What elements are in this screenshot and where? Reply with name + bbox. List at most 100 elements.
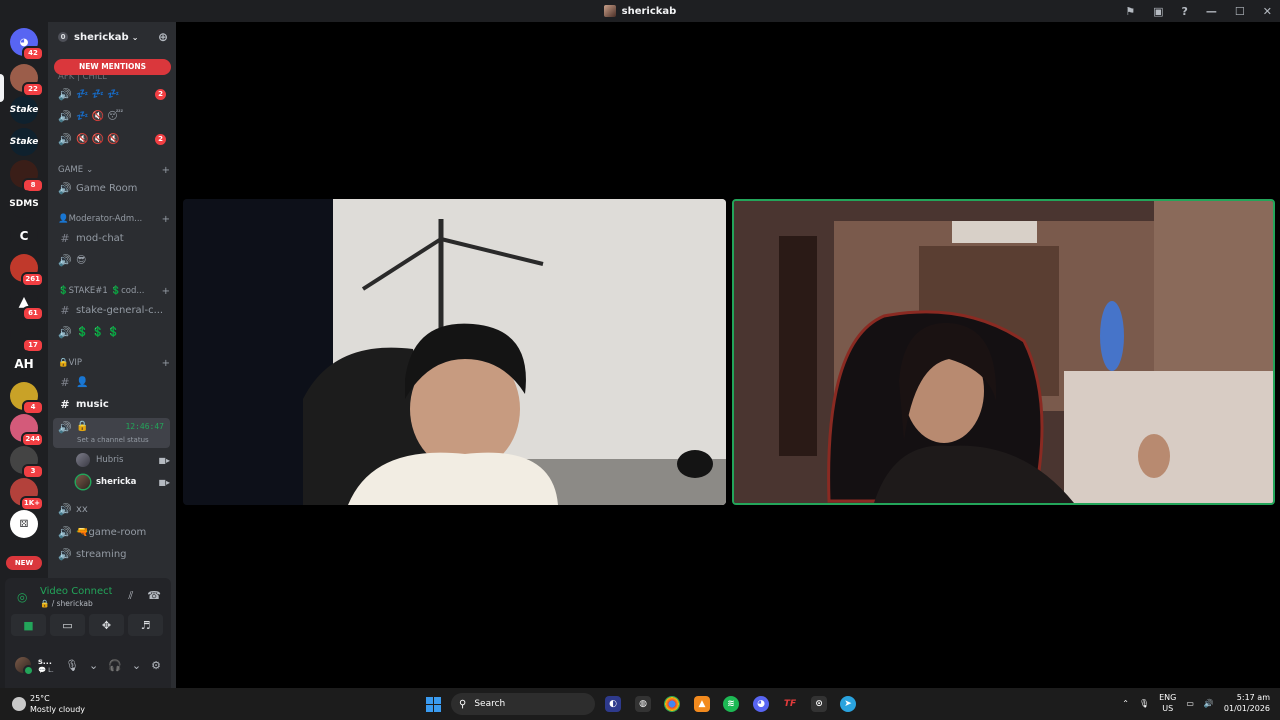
voice-status: Video Connected: [40, 586, 112, 597]
add-channel-icon[interactable]: +: [162, 286, 170, 297]
category-moderator[interactable]: 👤Moderator-Adm... +: [58, 212, 170, 226]
microphone-icon[interactable]: 🎙: [65, 659, 79, 672]
channel-status[interactable]: Set a channel status: [77, 436, 149, 444]
category-vip[interactable]: 🔒VIP +: [58, 356, 170, 370]
voice-channel-path[interactable]: 🔒 / sherickab: [40, 599, 93, 608]
server-label: Stake: [9, 105, 39, 115]
maximize-icon[interactable]: ☐: [1235, 5, 1245, 18]
server-icon[interactable]: 22: [10, 64, 44, 97]
server-icon[interactable]: 4: [10, 382, 44, 415]
minimize-icon[interactable]: —: [1206, 5, 1217, 18]
server-icon[interactable]: Stake: [10, 128, 38, 156]
active-voice-channel[interactable]: 🔊 🔒 12:46:47 Set a channel status: [53, 418, 170, 448]
chrome-icon[interactable]: [664, 696, 680, 712]
voice-channel[interactable]: 🔊 🔫game-room: [53, 522, 170, 542]
voice-channel[interactable]: 🔊 streaming: [53, 544, 170, 564]
screen-share-icon: ▭: [62, 618, 73, 632]
voice-channel[interactable]: 🔊 Game Room: [53, 178, 170, 198]
camera-button[interactable]: ■: [11, 614, 46, 636]
server-icon[interactable]: C: [10, 222, 38, 250]
category-stake[interactable]: 💲STAKE#1 💲cod... +: [58, 284, 170, 298]
chevron-up-icon[interactable]: ⌃: [1122, 699, 1129, 708]
add-channel-icon[interactable]: +: [162, 358, 170, 369]
server-icon[interactable]: AH: [10, 350, 38, 378]
server-badge: 22: [22, 82, 44, 97]
volume-icon[interactable]: 🔊: [1204, 699, 1214, 708]
voice-channel[interactable]: 🔊 😎: [53, 250, 170, 270]
text-channel[interactable]: # 👤: [53, 372, 170, 392]
app-icon[interactable]: ▲: [694, 696, 710, 712]
add-channel-icon[interactable]: +: [162, 165, 170, 176]
hashtag-icon: #: [60, 231, 70, 245]
server-icon[interactable]: 8: [10, 160, 44, 193]
telegram-icon[interactable]: ➤: [840, 696, 856, 712]
voice-user[interactable]: Hubris ■▸: [76, 451, 170, 469]
app-icon[interactable]: ◍: [635, 696, 651, 712]
speaker-icon: 🔊: [58, 525, 72, 539]
server-badge: 61: [22, 306, 44, 321]
help-icon[interactable]: ?: [1182, 5, 1188, 18]
server-header[interactable]: 0 sherickab ⌄ ⊕: [48, 22, 176, 52]
server-boost-icon: 0: [58, 32, 68, 42]
user-name[interactable]: s...: [38, 657, 54, 666]
monitor-icon[interactable]: ▣: [1153, 5, 1163, 18]
text-channel[interactable]: # mod-chat: [53, 228, 170, 248]
voice-timer: 12:46:47: [125, 422, 164, 431]
voice-channel[interactable]: 🔊 💤 🔇 😴: [53, 106, 170, 126]
display-icon[interactable]: ▭: [1186, 699, 1194, 708]
chevron-down-icon[interactable]: ⌄: [89, 659, 98, 672]
server-icon[interactable]: 1K+: [10, 478, 44, 511]
server-icon[interactable]: ⚄: [10, 510, 38, 538]
time: 5:17 am: [1236, 693, 1270, 702]
soundboard-button[interactable]: ♬: [128, 614, 163, 636]
voice-channel[interactable]: 🔊 xx: [53, 499, 170, 519]
language-indicator[interactable]: ENG US: [1159, 692, 1176, 714]
home-button[interactable]: ◕ 42: [10, 28, 44, 61]
server-name: sherickab: [74, 31, 129, 43]
server-icon[interactable]: Stake: [10, 96, 38, 124]
channel-badge: 2: [155, 88, 166, 100]
add-member-icon[interactable]: ⊕: [158, 30, 168, 44]
voice-channel[interactable]: 🔊 💤 💤 💤 2: [53, 84, 170, 104]
text-channel[interactable]: # music: [53, 394, 170, 414]
chevron-down-icon[interactable]: ⌄: [132, 659, 141, 672]
text-channel[interactable]: # stake-general-c...: [53, 300, 170, 320]
flag-icon[interactable]: ⚑: [1125, 5, 1135, 18]
start-button[interactable]: [426, 697, 441, 712]
video-tile-hubris[interactable]: [183, 199, 726, 505]
server-icon[interactable]: ▲ 61: [10, 288, 44, 321]
headphones-icon[interactable]: 🎧: [108, 659, 122, 672]
server-icon[interactable]: 3: [10, 446, 44, 479]
clock[interactable]: 5:17 am 01/01/2026: [1224, 692, 1270, 714]
new-unreads-pill[interactable]: NEW: [6, 556, 42, 570]
app-icon[interactable]: TF: [782, 696, 798, 712]
voice-channel[interactable]: 🔊 🔇 🔇 🔇 2: [53, 129, 170, 149]
weather-desc: Mostly cloudy: [30, 705, 85, 714]
noise-suppression-icon[interactable]: ⫽: [128, 589, 133, 603]
app-icon[interactable]: ⊙: [811, 696, 827, 712]
spotify-icon[interactable]: ≋: [723, 696, 739, 712]
microphone-icon[interactable]: 🎙: [1139, 699, 1149, 708]
server-icon[interactable]: 244: [10, 414, 44, 447]
voice-channel[interactable]: 🔊 💲 💲 💲: [53, 322, 170, 342]
screen-share-button[interactable]: ▭: [50, 614, 85, 636]
settings-icon[interactable]: ⚙: [151, 659, 161, 672]
add-channel-icon[interactable]: +: [162, 214, 170, 225]
server-icon[interactable]: 261: [10, 254, 44, 287]
channel-name: mod-chat: [76, 232, 124, 244]
server-icon[interactable]: SDMS: [8, 190, 40, 218]
server-icon[interactable]: 17: [10, 320, 44, 353]
weather-widget[interactable]: 25°C Mostly cloudy: [12, 693, 85, 715]
disconnect-icon[interactable]: ☎: [147, 589, 161, 603]
taskbar-search[interactable]: ⚲ Search: [451, 693, 595, 715]
close-icon[interactable]: ✕: [1263, 5, 1272, 18]
voice-user[interactable]: shericka ■▸: [76, 473, 170, 491]
search-icon: ⚲: [459, 698, 467, 710]
avatar[interactable]: [13, 655, 34, 676]
new-mentions-button[interactable]: NEW MENTIONS: [54, 59, 171, 75]
app-icon[interactable]: ◐: [605, 696, 621, 712]
discord-icon[interactable]: ◕: [753, 696, 769, 712]
activities-button[interactable]: ✥: [89, 614, 124, 636]
category-game[interactable]: GAME ⌄ +: [58, 163, 170, 177]
video-tile-shericka[interactable]: [732, 199, 1275, 505]
